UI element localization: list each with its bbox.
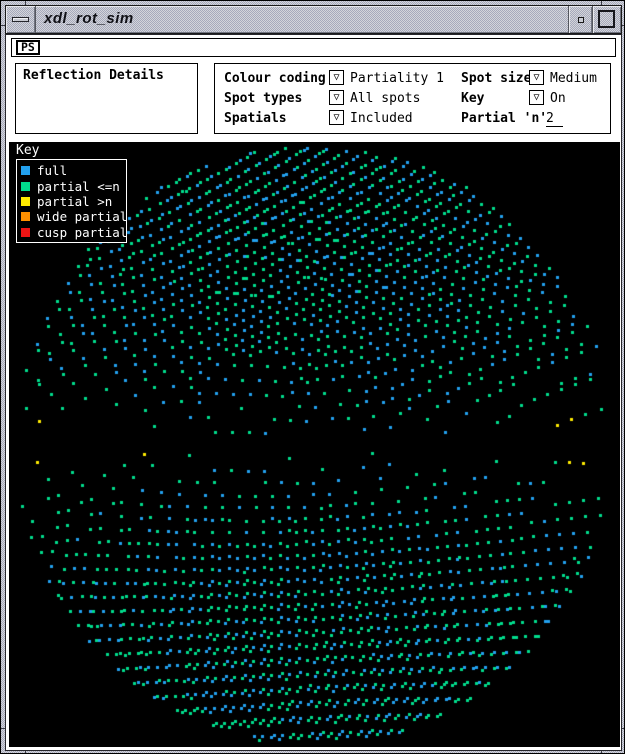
app-window: xdl_rot_sim PS Reflection Details Colour… <box>0 0 625 754</box>
partial-n-field[interactable]: 2 <box>546 111 563 127</box>
dropdown-arrow-icon: ▽ <box>333 112 339 123</box>
menu-bar: PS <box>11 38 616 57</box>
controls-panel: Colour coding ▽ Partiality 1 Spot size ▽… <box>214 63 611 134</box>
key-value: On <box>550 91 566 106</box>
key-dropdown[interactable]: ▽ <box>529 90 544 105</box>
key-legend-item: partial >n <box>21 194 126 209</box>
key-legend-item: wide partial <box>21 209 126 224</box>
reflection-details-panel: Reflection Details <box>15 63 198 134</box>
spatials-dropdown[interactable]: ▽ <box>329 110 344 125</box>
spot-size-dropdown[interactable]: ▽ <box>529 70 544 85</box>
maximize-square-icon <box>598 10 615 28</box>
pattern-display: Key fullpartial <=npartial >nwide partia… <box>9 142 620 750</box>
colour-coding-value: Partiality 1 <box>350 71 444 86</box>
key-box: fullpartial <=npartial >nwide partialcus… <box>16 159 127 243</box>
spatials-value: Included <box>350 111 413 126</box>
key-swatch <box>21 228 30 237</box>
ps-button[interactable]: PS <box>16 40 40 55</box>
key-swatch <box>21 182 30 191</box>
key-swatch <box>21 197 30 206</box>
key-legend-title: Key <box>16 143 39 158</box>
key-swatch <box>21 212 30 221</box>
spatials-label: Spatials <box>224 111 287 126</box>
dropdown-arrow-icon: ▽ <box>533 72 539 83</box>
client-area: PS Reflection Details Colour coding ▽ Pa… <box>5 34 622 751</box>
iconify-button[interactable] <box>568 6 592 33</box>
dropdown-arrow-icon: ▽ <box>333 92 339 103</box>
titlebar[interactable]: xdl_rot_sim <box>5 5 622 34</box>
spot-size-value: Medium <box>550 71 597 86</box>
spot-types-label: Spot types <box>224 91 302 106</box>
reflection-details-title: Reflection Details <box>23 68 164 83</box>
spot-types-dropdown[interactable]: ▽ <box>329 90 344 105</box>
window-menu-dash-icon <box>12 17 29 22</box>
key-legend-item: full <box>21 163 126 178</box>
iconify-dot-icon <box>578 17 584 23</box>
spot-size-label: Spot size <box>461 71 531 86</box>
dropdown-arrow-icon: ▽ <box>333 72 339 83</box>
key-legend-item: cusp partial <box>21 225 126 240</box>
partial-n-label: Partial 'n' <box>461 111 547 126</box>
key-label: wide partial <box>37 209 127 224</box>
key-label: partial <=n <box>37 179 120 194</box>
maximize-button[interactable] <box>592 6 621 33</box>
key-toggle-label: Key <box>461 91 484 106</box>
key-label: full <box>37 163 67 178</box>
spot-types-value: All spots <box>350 91 420 106</box>
window-menu-button[interactable] <box>6 6 36 33</box>
colour-coding-dropdown[interactable]: ▽ <box>329 70 344 85</box>
key-swatch <box>21 166 30 175</box>
dropdown-arrow-icon: ▽ <box>533 92 539 103</box>
colour-coding-label: Colour coding <box>224 71 326 86</box>
key-legend-item: partial <=n <box>21 178 126 193</box>
window-title: xdl_rot_sim <box>44 10 134 27</box>
key-label: partial >n <box>37 194 112 209</box>
key-label: cusp partial <box>37 225 127 240</box>
